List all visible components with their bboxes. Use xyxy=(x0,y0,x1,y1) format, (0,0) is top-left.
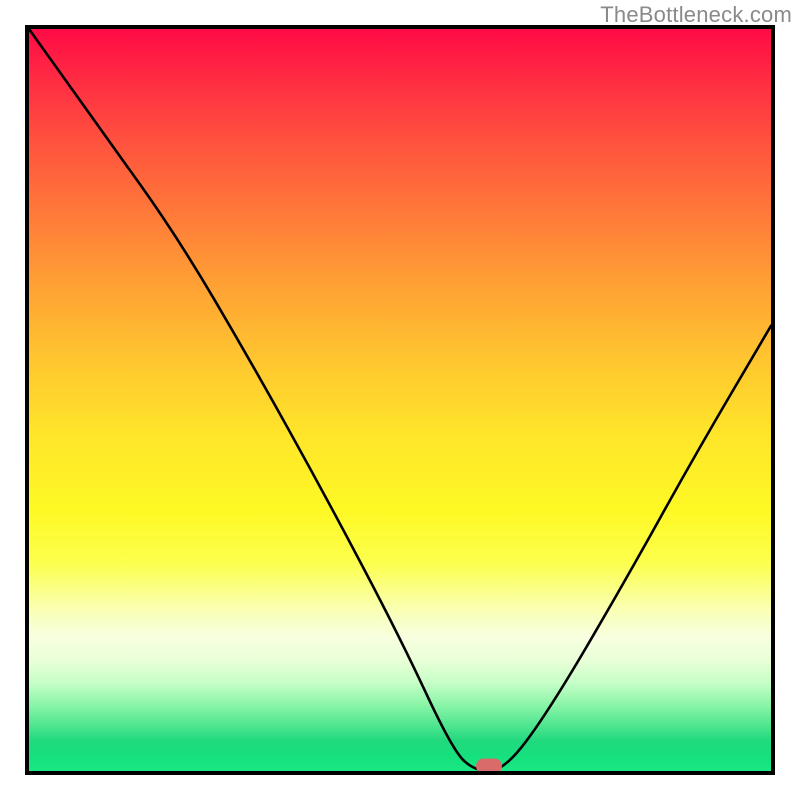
watermark-text: TheBottleneck.com xyxy=(600,2,792,28)
bottleneck-chart: TheBottleneck.com xyxy=(0,0,800,800)
optimum-marker xyxy=(476,758,502,773)
bottleneck-curve-path xyxy=(29,29,771,771)
curve-svg xyxy=(29,29,771,771)
plot-area xyxy=(25,25,775,775)
